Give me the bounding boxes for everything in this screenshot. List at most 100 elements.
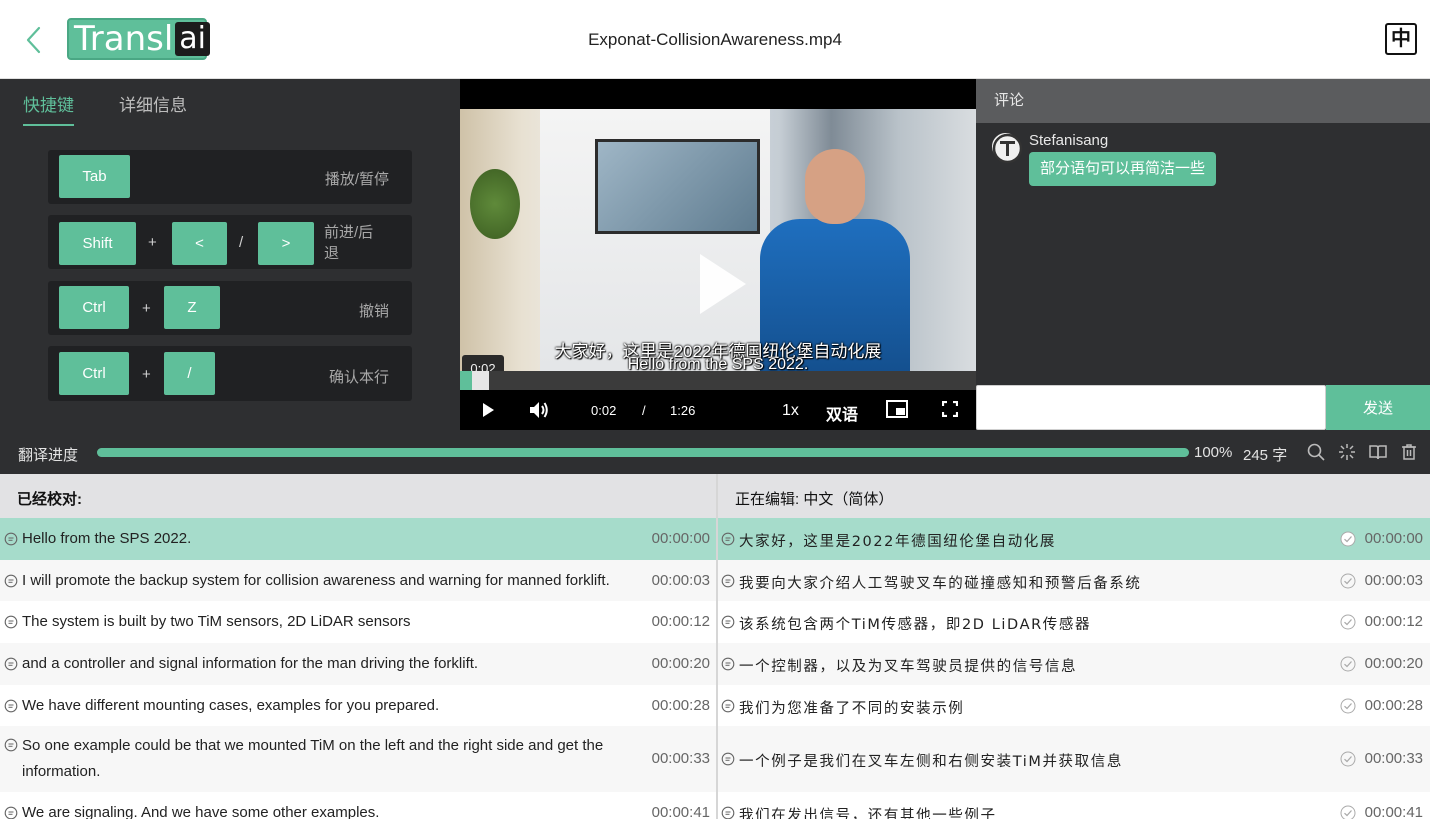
comment-icon[interactable] — [4, 738, 18, 752]
comment-icon[interactable] — [4, 806, 18, 819]
avatar-letter-icon — [992, 133, 1023, 164]
comment-icon[interactable] — [4, 574, 18, 588]
key-greater-than: > — [258, 222, 314, 265]
tab-details[interactable]: 详细信息 — [119, 91, 187, 116]
translation-timestamp: 00:00:20 — [1364, 655, 1423, 672]
comment-username: Stefanisang — [1029, 132, 1109, 149]
duration: 1:26 — [670, 403, 696, 418]
volume-icon[interactable] — [528, 400, 550, 425]
translation-text[interactable]: 大家好，这里是2022年德国纽伦堡自动化展 — [739, 530, 1319, 551]
translation-text[interactable]: 我们在发出信号，还有其他一些例子 — [739, 804, 1319, 819]
table-row[interactable]: Hello from the SPS 2022. 00:00:00 大家好，这里是2… — [0, 518, 1430, 560]
comment-bubble: 部分语句可以再简洁一些 — [1029, 152, 1217, 186]
comment-icon[interactable] — [721, 532, 735, 546]
video-scene-plant — [470, 169, 520, 239]
source-timestamp: 00:00:12 — [651, 613, 710, 630]
source-timestamp: 00:00:20 — [651, 655, 710, 672]
translation-text[interactable]: 我们为您准备了不同的安装示例 — [739, 697, 1319, 718]
confirm-check-icon[interactable] — [1340, 614, 1356, 630]
source-timestamp: 00:00:00 — [651, 530, 710, 547]
translation-text[interactable]: 一个控制器，以及为叉车驾驶员提供的信号信息 — [739, 655, 1319, 676]
table-row[interactable]: and a controller and signal information … — [0, 643, 1430, 685]
subtitle-en: Hello from the SPS 2022. — [627, 356, 809, 371]
video-player[interactable]: 0:02 大家好，这里是2022年德国纽伦堡自动化展 Hello from th… — [460, 79, 976, 430]
key-ctrl: Ctrl — [59, 352, 129, 395]
source-text: We have different mounting cases, exampl… — [22, 697, 440, 714]
video-scene-presenter-head — [805, 149, 865, 224]
table-row[interactable]: We have different mounting cases, exampl… — [0, 685, 1430, 726]
time-separator: / — [642, 403, 646, 418]
big-play-icon[interactable] — [700, 254, 746, 314]
playback-speed-button[interactable]: 1x — [782, 402, 799, 420]
confirm-check-icon[interactable] — [1340, 573, 1356, 589]
source-timestamp: 00:00:33 — [651, 750, 710, 767]
key-separator: + — [142, 300, 151, 317]
progress-label: 翻译进度 — [18, 447, 79, 464]
comment-icon[interactable] — [721, 699, 735, 713]
page-title: Exponat-CollisionAwareness.mp4 — [588, 30, 842, 49]
comment-icon[interactable] — [721, 615, 735, 629]
shortcut-desc: 确认本行 — [328, 369, 389, 386]
comment-icon[interactable] — [721, 657, 735, 671]
confirm-check-icon[interactable] — [1340, 531, 1356, 547]
confirm-check-icon[interactable] — [1340, 751, 1356, 767]
video-seek-handle[interactable] — [472, 371, 489, 390]
table-header: 已经校对: 正在编辑: 中文（简体） — [0, 474, 1430, 518]
shortcut-desc: 播放/暂停 — [324, 171, 389, 188]
comment-icon[interactable] — [4, 532, 18, 546]
source-text: I will promote the backup system for col… — [22, 572, 610, 589]
send-comment-button[interactable]: 发送 — [1326, 385, 1430, 430]
progress-percent: 100% — [1194, 444, 1233, 461]
confirm-check-icon[interactable] — [1340, 805, 1356, 819]
key-separator: + — [148, 234, 157, 251]
table-row[interactable]: I will promote the backup system for col… — [0, 560, 1430, 601]
shortcut-desc: 前进/后退 — [324, 224, 374, 262]
book-icon[interactable] — [1368, 442, 1388, 462]
translation-text[interactable]: 我要向大家介绍人工驾驶叉车的碰撞感知和预警后备系统 — [739, 572, 1319, 593]
play-icon[interactable] — [480, 402, 496, 423]
translation-timestamp: 00:00:00 — [1364, 530, 1423, 547]
comment-icon[interactable] — [721, 806, 735, 819]
shortcut-row-seek: Shift + < / > 前进/后退 — [48, 215, 412, 269]
shortcuts-panel: 快捷键 详细信息 Tab 播放/暂停 Shift + < / > 前进/后退 C… — [0, 79, 460, 430]
search-icon[interactable] — [1306, 442, 1326, 462]
translation-text[interactable]: 该系统包含两个TiM传感器，即2D LiDAR传感器 — [739, 613, 1319, 634]
table-row[interactable]: We are signaling. And we have some other… — [0, 792, 1430, 819]
fullscreen-icon[interactable] — [941, 400, 959, 422]
video-frame[interactable]: 0:02 大家好，这里是2022年德国纽伦堡自动化展 Hello from th… — [460, 109, 976, 371]
shortcut-desc: 撤销 — [358, 303, 389, 320]
translation-timestamp: 00:00:03 — [1364, 572, 1423, 589]
translation-progress-bar: 翻译进度 100% 245 字 — [0, 430, 1430, 474]
translation-timestamp: 00:00:12 — [1364, 613, 1423, 630]
comment-icon[interactable] — [721, 574, 735, 588]
language-toggle-button[interactable]: 中 — [1385, 23, 1417, 55]
key-less-than: < — [172, 222, 227, 265]
translation-text[interactable]: 一个例子是我们在叉车左侧和右侧安装TiM并获取信息 — [739, 750, 1319, 771]
table-row[interactable]: The system is built by two TiM sensors, … — [0, 601, 1430, 643]
comment-input[interactable] — [976, 385, 1326, 430]
confirm-check-icon[interactable] — [1340, 656, 1356, 672]
trash-icon[interactable] — [1399, 442, 1419, 462]
magic-wand-icon[interactable] — [1337, 442, 1357, 462]
key-z: Z — [164, 286, 220, 329]
avatar — [990, 131, 1023, 164]
comments-panel: 评论 Stefanisang 部分语句可以再简洁一些 发送 — [976, 79, 1430, 430]
source-text: The system is built by two TiM sensors, … — [22, 613, 411, 630]
key-slash: / — [164, 352, 215, 395]
video-seek-bar[interactable] — [460, 371, 976, 390]
table-row[interactable]: So one example could be that we mounted … — [0, 726, 1430, 792]
progress-track — [97, 448, 1189, 457]
comments-header: 评论 — [976, 79, 1430, 123]
comment-icon[interactable] — [4, 699, 18, 713]
comment-icon[interactable] — [4, 615, 18, 629]
tab-shortcuts[interactable]: 快捷键 — [23, 91, 74, 126]
editing-column-header: 正在编辑: 中文（简体） — [735, 491, 894, 508]
word-count: 245 字 — [1243, 447, 1288, 464]
shortcut-row-confirm-line: Ctrl + / 确认本行 — [48, 346, 412, 401]
subtitle-mode-button[interactable]: 双语 — [826, 401, 858, 425]
picture-in-picture-icon[interactable] — [886, 400, 908, 423]
confirm-check-icon[interactable] — [1340, 698, 1356, 714]
shortcut-row-undo: Ctrl + Z 撤销 — [48, 281, 412, 335]
comment-icon[interactable] — [4, 657, 18, 671]
comment-icon[interactable] — [721, 752, 735, 766]
